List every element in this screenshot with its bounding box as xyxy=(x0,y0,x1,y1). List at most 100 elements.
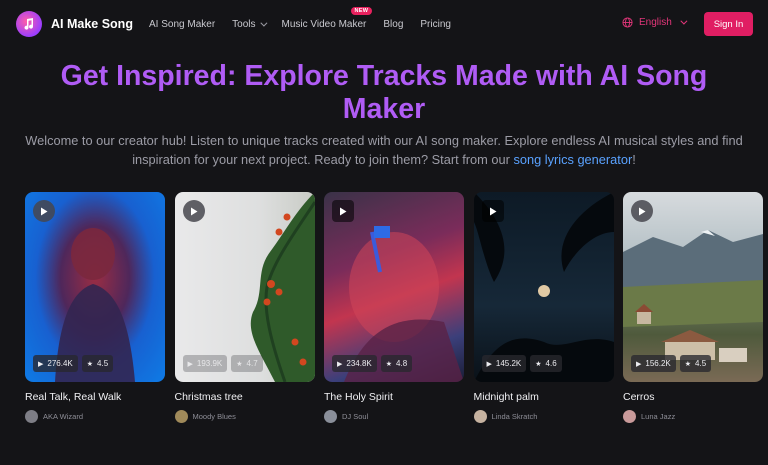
play-count-value: 156.2K xyxy=(645,359,671,368)
track-card[interactable]: ▶ 234.8K ★ 4.8 The Holy Spirit DJ Soul xyxy=(324,192,464,423)
track-title[interactable]: Midnight palm xyxy=(474,391,614,403)
track-cover[interactable]: ▶ 145.2K ★ 4.6 xyxy=(473,192,614,382)
nav-links: AI Song Maker Tools Music Video Maker NE… xyxy=(149,0,468,48)
track-artist[interactable]: DJ Soul xyxy=(324,410,464,423)
artist-name: Linda Skratch xyxy=(491,412,538,421)
play-icon xyxy=(190,207,197,215)
play-count-icon: ▶ xyxy=(486,360,492,368)
play-button[interactable] xyxy=(332,200,354,222)
song-lyrics-generator-link[interactable]: song lyrics generator xyxy=(513,152,632,167)
track-stats: ▶ 276.4K ★ 4.5 xyxy=(33,355,117,372)
play-count-icon: ▶ xyxy=(337,360,343,368)
avatar xyxy=(324,410,337,423)
play-count: ▶ 193.9K xyxy=(182,355,228,372)
track-cover[interactable]: ▶ 193.9K ★ 4.7 xyxy=(174,192,315,382)
avatar xyxy=(473,410,487,423)
track-card[interactable]: ▶ 156.2K ★ 4.5 Cerros Luna Jazz xyxy=(623,192,763,423)
avatar xyxy=(623,410,636,423)
star-icon: ★ xyxy=(236,360,243,368)
artist-name: DJ Soul xyxy=(342,412,369,421)
play-count-value: 234.8K xyxy=(346,359,372,368)
track-card[interactable]: ▶ 145.2K ★ 4.6 Midnight palm Linda Skratch xyxy=(473,192,614,423)
play-count-value: 193.9K xyxy=(196,359,223,368)
artist-name: Luna Jazz xyxy=(641,412,676,421)
track-title[interactable]: Real Talk, Real Walk xyxy=(25,391,165,403)
track-artist[interactable]: AKA Wizard xyxy=(25,410,165,423)
play-icon xyxy=(489,207,496,215)
track-stats: ▶ 193.9K ★ 4.7 xyxy=(182,355,267,372)
play-button[interactable] xyxy=(631,200,653,222)
track-artist[interactable]: Luna Jazz xyxy=(623,410,763,423)
globe-icon xyxy=(622,17,633,28)
language-label: English xyxy=(639,17,672,28)
nav-link-pricing[interactable]: Pricing xyxy=(420,19,451,30)
star-icon: ★ xyxy=(535,360,542,368)
track-artist[interactable]: Moody Blues xyxy=(174,410,315,423)
nav-link-label: Tools xyxy=(232,18,256,30)
play-count: ▶ 234.8K xyxy=(332,355,377,372)
new-badge: NEW xyxy=(350,6,373,15)
play-button[interactable] xyxy=(481,200,504,222)
artist-name: Moody Blues xyxy=(192,412,236,421)
star-icon: ★ xyxy=(86,360,94,368)
rating: ★ 4.5 xyxy=(679,355,712,372)
star-icon: ★ xyxy=(684,360,692,368)
track-title[interactable]: The Holy Spirit xyxy=(324,391,464,403)
star-icon: ★ xyxy=(385,360,393,368)
subtitle-end: ! xyxy=(632,152,636,167)
avatar xyxy=(174,410,188,423)
brand-logo[interactable]: AI Make Song xyxy=(16,11,133,37)
play-count: ▶ 145.2K xyxy=(481,355,527,372)
play-icon xyxy=(340,207,347,215)
track-title[interactable]: Christmas tree xyxy=(175,391,315,403)
play-count-icon: ▶ xyxy=(38,360,44,368)
nav-link-label: Pricing xyxy=(420,18,451,30)
track-artist[interactable]: Linda Skratch xyxy=(473,410,614,423)
rating: ★ 4.6 xyxy=(530,355,562,372)
nav-link-blog[interactable]: Blog xyxy=(383,19,403,30)
rating: ★ 4.8 xyxy=(380,355,413,372)
rating: ★ 4.5 xyxy=(81,355,114,372)
track-stats: ▶ 234.8K ★ 4.8 xyxy=(332,355,416,372)
play-icon xyxy=(41,207,48,215)
track-title[interactable]: Cerros xyxy=(623,391,763,403)
rating-value: 4.7 xyxy=(246,359,258,368)
nav-link-label: AI Song Maker xyxy=(149,18,216,30)
play-count-value: 276.4K xyxy=(47,359,73,368)
page-title: Get Inspired: Explore Tracks Made with A… xyxy=(60,60,708,125)
track-stats: ▶ 156.2K ★ 4.5 xyxy=(631,355,715,372)
chevron-down-icon xyxy=(680,17,688,25)
sign-in-button[interactable]: Sign In xyxy=(704,12,753,36)
nav-link-tools[interactable]: Tools xyxy=(232,18,267,30)
track-card[interactable]: ▶ 193.9K ★ 4.7 Christmas tree Moody Blues xyxy=(174,192,315,423)
play-count: ▶ 156.2K xyxy=(631,355,676,372)
logo-icon xyxy=(16,11,42,37)
language-selector[interactable]: English xyxy=(622,17,688,28)
chevron-down-icon xyxy=(259,19,267,27)
play-button[interactable] xyxy=(182,200,205,222)
track-list: ▶ 276.4K ★ 4.5 Real Talk, Real Walk AKA Wi… xyxy=(25,192,768,423)
nav-link-music-video-maker[interactable]: Music Video Maker NEW xyxy=(281,6,373,30)
top-nav: AI Make Song AI Song Maker Tools Music V… xyxy=(0,0,768,48)
nav-link-label: Blog xyxy=(383,18,404,30)
track-cover[interactable]: ▶ 234.8K ★ 4.8 xyxy=(324,192,464,382)
play-count: ▶ 276.4K xyxy=(33,355,78,372)
rating-value: 4.5 xyxy=(695,359,707,368)
page-subtitle: Welcome to our creator hub! Listen to un… xyxy=(8,131,760,169)
nav-link-ai-song-maker[interactable]: AI Song Maker xyxy=(149,19,215,30)
rating-value: 4.5 xyxy=(97,359,109,368)
rating-value: 4.8 xyxy=(396,359,408,368)
avatar xyxy=(25,410,38,423)
rating-value: 4.6 xyxy=(545,359,557,368)
track-card[interactable]: ▶ 276.4K ★ 4.5 Real Talk, Real Walk AKA Wi… xyxy=(25,192,165,423)
play-icon xyxy=(639,207,646,215)
play-count-value: 145.2K xyxy=(495,359,522,368)
nav-link-label: Music Video Maker xyxy=(281,18,367,30)
track-cover[interactable]: ▶ 276.4K ★ 4.5 xyxy=(25,192,165,382)
brand-name: AI Make Song xyxy=(51,17,133,31)
track-cover[interactable]: ▶ 156.2K ★ 4.5 xyxy=(623,192,763,382)
rating: ★ 4.7 xyxy=(231,355,263,372)
play-count-icon: ▶ xyxy=(187,360,193,368)
artist-name: AKA Wizard xyxy=(43,412,84,421)
play-button[interactable] xyxy=(33,200,55,222)
